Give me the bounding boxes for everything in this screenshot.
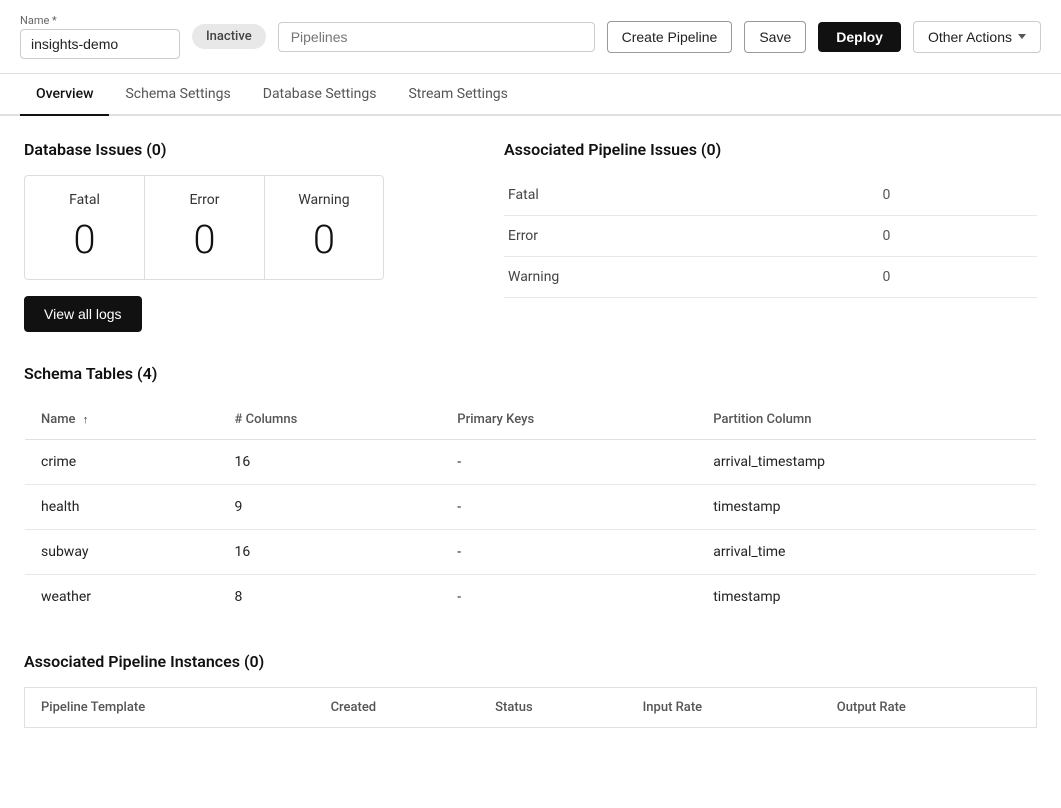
col-name[interactable]: Name ↑ bbox=[25, 400, 219, 440]
pipeline-instances-table: Pipeline Template Created Status Input R… bbox=[24, 687, 1037, 728]
error-label: Error bbox=[169, 192, 240, 208]
deploy-button[interactable]: Deploy bbox=[818, 22, 901, 52]
pipeline-issues-table: Fatal 0 Error 0 Warning 0 bbox=[504, 175, 1037, 298]
tab-overview[interactable]: Overview bbox=[20, 74, 109, 116]
chevron-down-icon bbox=[1018, 34, 1026, 39]
pipelines-input[interactable] bbox=[278, 22, 595, 52]
warning-label: Warning bbox=[289, 192, 359, 208]
database-issues-section: Database Issues (0) Fatal 0 Error 0 Warn… bbox=[24, 140, 464, 332]
pipeline-instances-header: Pipeline Template Created Status Input R… bbox=[25, 688, 1037, 728]
schema-tables-section: Schema Tables (4) Name ↑ # Columns Prima… bbox=[24, 364, 1037, 620]
error-value: 0 bbox=[169, 216, 240, 263]
row-primary-keys: - bbox=[441, 530, 697, 575]
row-partition-col: arrival_timestamp bbox=[697, 440, 1036, 485]
row-primary-keys: - bbox=[441, 575, 697, 620]
status-badge: Inactive bbox=[192, 24, 266, 49]
header: Name * Inactive Create Pipeline Save Dep… bbox=[0, 0, 1061, 74]
row-primary-keys: - bbox=[441, 440, 697, 485]
schema-table: Name ↑ # Columns Primary Keys Partition … bbox=[24, 399, 1037, 620]
pipeline-warning-value: 0 bbox=[867, 257, 1037, 298]
name-label: Name * bbox=[20, 14, 180, 27]
row-columns: 16 bbox=[219, 530, 442, 575]
row-columns: 16 bbox=[219, 440, 442, 485]
tab-stream-settings[interactable]: Stream Settings bbox=[392, 74, 523, 116]
pipeline-instances-title: Associated Pipeline Instances (0) bbox=[24, 652, 1037, 671]
create-pipeline-button[interactable]: Create Pipeline bbox=[607, 21, 733, 53]
main-content: Database Issues (0) Fatal 0 Error 0 Warn… bbox=[0, 116, 1061, 752]
database-issues-title: Database Issues (0) bbox=[24, 140, 464, 159]
col-created: Created bbox=[315, 688, 480, 728]
pipeline-issues-title: Associated Pipeline Issues (0) bbox=[504, 140, 1037, 159]
tab-bar: Overview Schema Settings Database Settin… bbox=[0, 74, 1061, 116]
col-pipeline-template: Pipeline Template bbox=[25, 688, 315, 728]
row-partition-col: timestamp bbox=[697, 485, 1036, 530]
pipeline-fatal-value: 0 bbox=[867, 175, 1037, 216]
fatal-label: Fatal bbox=[49, 192, 120, 208]
associated-pipeline-issues-section: Associated Pipeline Issues (0) Fatal 0 E… bbox=[504, 140, 1037, 332]
row-primary-keys: - bbox=[441, 485, 697, 530]
other-actions-button[interactable]: Other Actions bbox=[913, 21, 1041, 53]
row-partition-col: timestamp bbox=[697, 575, 1036, 620]
row-name: subway bbox=[25, 530, 219, 575]
row-name: crime bbox=[25, 440, 219, 485]
pipeline-instances-section: Associated Pipeline Instances (0) Pipeli… bbox=[24, 652, 1037, 728]
name-input[interactable] bbox=[20, 29, 180, 59]
pipeline-error-row: Error 0 bbox=[504, 216, 1037, 257]
pipeline-warning-label: Warning bbox=[504, 257, 867, 298]
pipeline-error-value: 0 bbox=[867, 216, 1037, 257]
col-output-rate: Output Rate bbox=[821, 688, 1037, 728]
table-row: subway 16 - arrival_time bbox=[25, 530, 1037, 575]
schema-table-header: Name ↑ # Columns Primary Keys Partition … bbox=[25, 400, 1037, 440]
row-partition-col: arrival_time bbox=[697, 530, 1036, 575]
error-card: Error 0 bbox=[144, 175, 264, 280]
save-button[interactable]: Save bbox=[744, 21, 806, 53]
schema-tables-title: Schema Tables (4) bbox=[24, 364, 1037, 383]
row-name: health bbox=[25, 485, 219, 530]
table-row: crime 16 - arrival_timestamp bbox=[25, 440, 1037, 485]
col-input-rate: Input Rate bbox=[627, 688, 821, 728]
pipeline-fatal-row: Fatal 0 bbox=[504, 175, 1037, 216]
view-all-logs-button[interactable]: View all logs bbox=[24, 296, 142, 332]
fatal-value: 0 bbox=[49, 216, 120, 263]
row-columns: 9 bbox=[219, 485, 442, 530]
col-primary-keys: Primary Keys bbox=[441, 400, 697, 440]
col-status: Status bbox=[479, 688, 626, 728]
warning-value: 0 bbox=[289, 216, 359, 263]
sort-arrow-icon: ↑ bbox=[83, 413, 89, 426]
tab-database-settings[interactable]: Database Settings bbox=[247, 74, 393, 116]
pipeline-fatal-label: Fatal bbox=[504, 175, 867, 216]
issue-cards: Fatal 0 Error 0 Warning 0 bbox=[24, 175, 464, 280]
table-row: health 9 - timestamp bbox=[25, 485, 1037, 530]
row-name: weather bbox=[25, 575, 219, 620]
table-row: weather 8 - timestamp bbox=[25, 575, 1037, 620]
tab-schema-settings[interactable]: Schema Settings bbox=[109, 74, 246, 116]
pipeline-error-label: Error bbox=[504, 216, 867, 257]
fatal-card: Fatal 0 bbox=[24, 175, 144, 280]
warning-card: Warning 0 bbox=[264, 175, 384, 280]
col-partition-column: Partition Column bbox=[697, 400, 1036, 440]
row-columns: 8 bbox=[219, 575, 442, 620]
col-columns: # Columns bbox=[219, 400, 442, 440]
pipeline-warning-row: Warning 0 bbox=[504, 257, 1037, 298]
